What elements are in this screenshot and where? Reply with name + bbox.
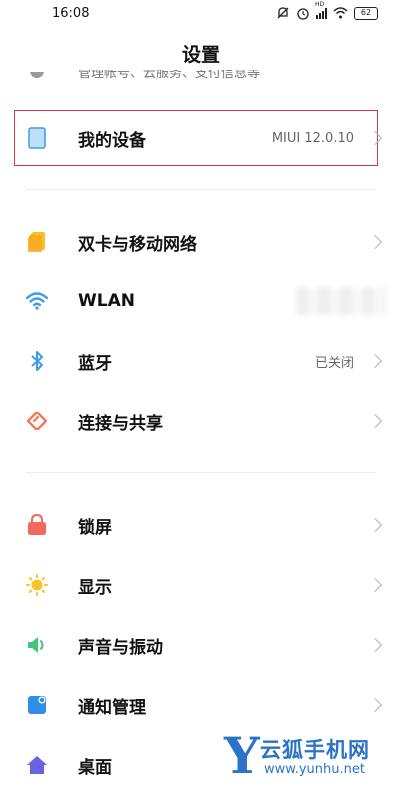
page-title: 设置 bbox=[181, 44, 220, 66]
battery-level: 62 bbox=[360, 8, 372, 17]
chevron-right-icon bbox=[367, 697, 383, 713]
settings-item-notifications[interactable]: 通知管理 bbox=[0, 677, 402, 733]
status-icons: HD 62 bbox=[276, 1, 378, 20]
settings-item-label: 蓝牙 bbox=[78, 353, 112, 374]
lock-icon bbox=[26, 514, 48, 536]
scrolled-row-icon bbox=[30, 72, 44, 78]
settings-item-display[interactable]: 显示 bbox=[0, 557, 402, 613]
settings-item-label: 声音与振动 bbox=[78, 637, 163, 658]
notification-icon bbox=[26, 694, 48, 716]
wifi-status-icon bbox=[333, 7, 348, 19]
bluetooth-icon bbox=[26, 350, 48, 372]
do-not-disturb-icon bbox=[277, 7, 289, 19]
divider bbox=[26, 472, 376, 473]
sun-icon bbox=[26, 574, 48, 596]
settings-item-connection-sharing[interactable]: 连接与共享 bbox=[0, 393, 402, 449]
chevron-right-icon bbox=[367, 130, 383, 146]
divider bbox=[26, 189, 376, 190]
status-bar: 16:08 HD 62 bbox=[0, 0, 402, 30]
share-icon bbox=[26, 410, 48, 432]
chevron-right-icon bbox=[367, 637, 383, 653]
redacted-network-name bbox=[296, 287, 386, 315]
watermark-url: www.yunhu.net bbox=[264, 762, 365, 777]
settings-item-value: MIUI 12.0.10 bbox=[271, 130, 354, 146]
sim-card-icon bbox=[26, 231, 48, 253]
status-time: 16:08 bbox=[52, 6, 90, 21]
settings-screen: 16:08 HD 62 设置 管理帐号、云服务、支付信息等 我的设备 MIUI … bbox=[0, 0, 402, 794]
settings-item-lock-screen[interactable]: 锁屏 bbox=[0, 497, 402, 553]
settings-item-sim-network[interactable]: 双卡与移动网络 bbox=[0, 214, 402, 270]
settings-item-value: 已关闭 bbox=[314, 355, 354, 371]
settings-item-label: 我的设备 bbox=[78, 130, 146, 151]
watermark-name: 云狐手机网 bbox=[260, 738, 370, 762]
settings-item-label: 通知管理 bbox=[78, 697, 146, 718]
speaker-icon bbox=[26, 634, 48, 656]
chevron-right-icon bbox=[367, 413, 383, 429]
settings-item-label: 连接与共享 bbox=[78, 413, 163, 434]
watermark-letter: Y bbox=[224, 726, 260, 785]
settings-item-label: 双卡与移动网络 bbox=[78, 234, 197, 255]
settings-item-bluetooth[interactable]: 蓝牙 已关闭 bbox=[0, 333, 402, 389]
battery-icon: 62 bbox=[354, 6, 378, 20]
alarm-icon bbox=[297, 8, 309, 20]
settings-item-label: WLAN bbox=[78, 291, 135, 311]
settings-item-label: 显示 bbox=[78, 577, 112, 598]
settings-item-sound[interactable]: 声音与振动 bbox=[0, 617, 402, 673]
settings-item-label: 桌面 bbox=[78, 757, 112, 778]
signal-icon: HD bbox=[315, 1, 327, 19]
scrolled-account-subtitle[interactable]: 管理帐号、云服务、支付信息等 bbox=[78, 70, 308, 86]
watermark-logo: Y 云狐手机网 www.yunhu.net bbox=[224, 726, 400, 785]
chevron-right-icon bbox=[367, 577, 383, 593]
settings-item-label: 锁屏 bbox=[78, 517, 112, 538]
wifi-icon bbox=[26, 290, 48, 312]
signal-hd-label: HD bbox=[315, 1, 325, 8]
home-icon bbox=[26, 754, 48, 776]
chevron-right-icon bbox=[367, 517, 383, 533]
settings-item-my-device[interactable]: 我的设备 MIUI 12.0.10 bbox=[0, 110, 402, 166]
settings-item-wlan[interactable]: WLAN bbox=[0, 273, 402, 329]
chevron-right-icon bbox=[367, 234, 383, 250]
chevron-right-icon bbox=[367, 353, 383, 369]
tablet-icon bbox=[26, 127, 48, 149]
